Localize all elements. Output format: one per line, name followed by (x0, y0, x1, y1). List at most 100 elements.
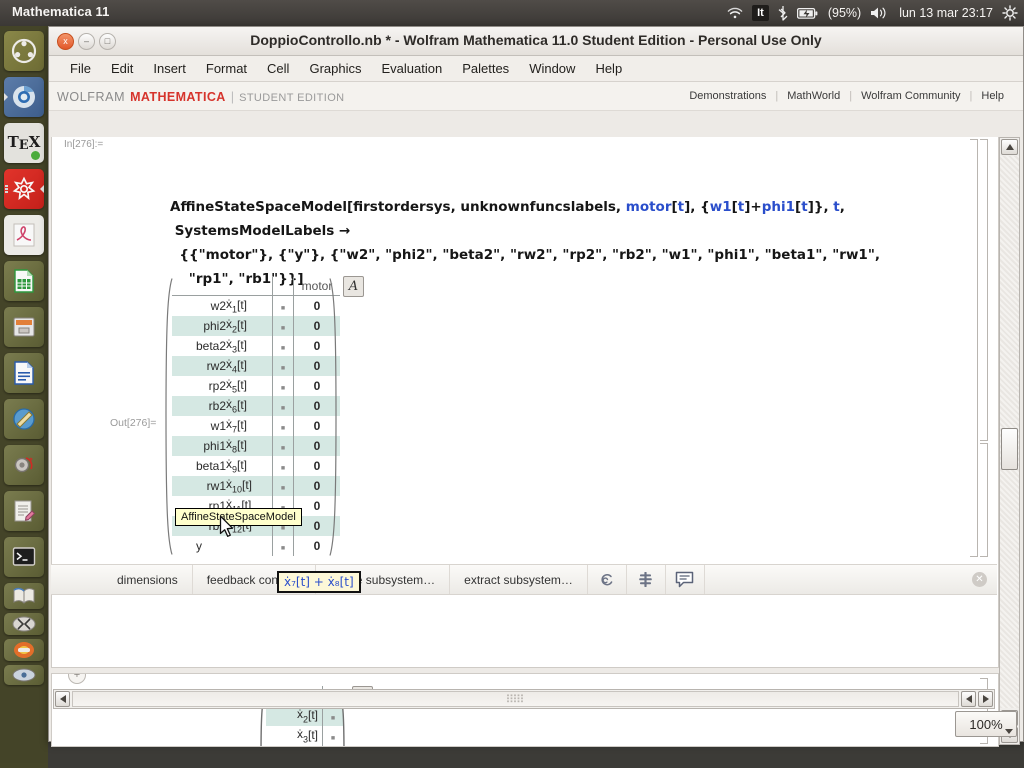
launcher-item-dictionary[interactable] (4, 583, 44, 609)
row-marker[interactable]: ■ (272, 536, 294, 556)
link-demonstrations[interactable]: Demonstrations (680, 90, 775, 102)
menu-palettes[interactable]: Palettes (453, 58, 518, 79)
table-row[interactable]: w2 ẋ1[t] ■ 0 (172, 295, 340, 316)
launcher-item-xchat[interactable] (4, 613, 44, 635)
row-marker-glyph: ■ (280, 405, 286, 412)
menu-window[interactable]: Window (520, 58, 584, 79)
launcher-item-tex-editor[interactable]: TEX (4, 123, 44, 163)
row-marker-glyph: ■ (280, 425, 286, 432)
row-marker[interactable]: ■ (272, 416, 294, 436)
launcher-item-libreoffice-draw[interactable] (4, 399, 44, 439)
table-row[interactable]: ẋ4[t] ■ (266, 746, 343, 747)
toolbar-button-dimensions[interactable]: dimensions (103, 565, 193, 594)
comment-icon[interactable] (666, 565, 705, 594)
battery-icon[interactable] (796, 0, 819, 26)
link-help[interactable]: Help (972, 90, 1013, 102)
row-variable: ẋ3[t] (296, 726, 318, 745)
launcher-item-firefox[interactable] (4, 639, 44, 661)
menu-file[interactable]: File (61, 58, 100, 79)
launcher-item-chromium-browser[interactable] (4, 77, 44, 117)
menu-insert[interactable]: Insert (144, 58, 195, 79)
table-row[interactable]: phi2 ẋ2[t] ■ 0 (172, 316, 340, 336)
scroll-left-button[interactable] (55, 691, 70, 707)
link-wolfram-community[interactable]: Wolfram Community (852, 90, 969, 102)
vertical-scrollbar-thumb[interactable] (1001, 428, 1018, 470)
unity-top-panel: Mathematica 11 It (95%) lun 13 mar 23:17 (0, 0, 1024, 26)
brand-logo: WOLFRAM MATHEMATICA | STUDENT EDITION (57, 89, 345, 104)
row-marker[interactable]: ■ (272, 436, 294, 456)
horizontal-scrollbar-track[interactable]: ▪▪▪▪▪ ▪▪▪▪▪ ▪▪▪▪▪ (72, 691, 959, 707)
launcher-item-mathematica[interactable] (4, 169, 44, 209)
table-row[interactable]: beta2 ẋ3[t] ■ 0 (172, 336, 340, 356)
scroll-up-button[interactable] (1001, 139, 1018, 155)
launcher-item-pdf-viewer[interactable] (4, 215, 44, 255)
row-marker-glyph: ■ (280, 445, 286, 452)
table-row[interactable]: rp2 ẋ5[t] ■ 0 (172, 376, 340, 396)
session-menu-icon[interactable] (1002, 0, 1018, 26)
menu-cell[interactable]: Cell (258, 58, 298, 79)
menu-evaluation[interactable]: Evaluation (372, 58, 451, 79)
link-mathworld[interactable]: MathWorld (778, 90, 849, 102)
row-variable-index: 3 (302, 734, 308, 745)
row-variable-index: 2 (232, 324, 238, 335)
keyboard-layout-indicator[interactable]: It (752, 0, 769, 26)
launcher-item-workspace-switcher[interactable] (4, 665, 44, 685)
row-marker[interactable]: ■ (272, 476, 294, 496)
row-marker[interactable]: ■ (272, 295, 294, 316)
menu-format[interactable]: Format (197, 58, 256, 79)
menu-help[interactable]: Help (586, 58, 631, 79)
notebook-pane-secondary[interactable]: + ẋ1[t] ■ ẋ2[t] (51, 673, 999, 747)
window-titlebar[interactable]: x – □ DoppioControllo.nb * - Wolfram Mat… (49, 27, 1023, 56)
scroll-right-button-2[interactable] (978, 691, 993, 707)
table-row[interactable]: rb2 ẋ6[t] ■ 0 (172, 396, 340, 416)
row-variable: ẋ4[t] (226, 356, 248, 375)
table-row[interactable]: rw2 ẋ4[t] ■ 0 (172, 356, 340, 376)
table-row[interactable]: rw1 ẋ10[t] ■ 0 (172, 476, 340, 496)
launcher-item-system-settings[interactable] (4, 445, 44, 485)
menu-graphics[interactable]: Graphics (300, 58, 370, 79)
launcher-item-text-editor[interactable] (4, 491, 44, 531)
row-marker[interactable]: ■ (323, 746, 344, 747)
clock-label[interactable]: lun 13 mar 23:17 (899, 0, 993, 26)
gear-icon[interactable] (627, 565, 666, 594)
volume-icon[interactable] (870, 0, 890, 26)
launcher-item-libreoffice-calc[interactable] (4, 261, 44, 301)
table-row[interactable]: ẋ3[t] ■ (266, 726, 343, 746)
model-toolbar: dimensions feedback connect delete subsy… (51, 564, 997, 595)
row-marker[interactable]: ■ (272, 456, 294, 476)
refresh-spiral-icon[interactable] (588, 565, 627, 594)
wifi-icon[interactable] (727, 0, 743, 26)
launcher-item-ubuntu-dash[interactable] (4, 31, 44, 71)
launcher-item-terminal[interactable] (4, 537, 44, 577)
toolbar-button-extract-subsystem[interactable]: extract subsystem… (450, 565, 588, 594)
table-row[interactable]: y ■ 0 (172, 536, 340, 556)
unity-launcher: TEX (0, 26, 48, 768)
table-row[interactable]: phi1 ẋ8[t] ■ 0 (172, 436, 340, 456)
row-marker[interactable]: ■ (272, 356, 294, 376)
bluetooth-icon[interactable] (778, 0, 788, 26)
vertical-scrollbar[interactable] (999, 137, 1020, 745)
menu-edit[interactable]: Edit (102, 58, 142, 79)
horizontal-scrollbar[interactable]: ▪▪▪▪▪ ▪▪▪▪▪ ▪▪▪▪▪ (53, 689, 995, 709)
row-marker[interactable]: ■ (272, 316, 294, 336)
keyboard-layout-label: It (752, 5, 769, 21)
launcher-item-file-manager[interactable] (4, 307, 44, 347)
row-label: w2 (210, 299, 226, 313)
affine-model-badge[interactable]: A (343, 276, 364, 297)
zoom-level-selector[interactable]: 100% (955, 711, 1017, 737)
row-marker[interactable]: ■ (272, 336, 294, 356)
row-marker[interactable]: ■ (272, 396, 294, 416)
output-cell-bracket[interactable] (980, 443, 988, 557)
table-row[interactable]: beta1 ẋ9[t] ■ 0 (172, 456, 340, 476)
close-toolbar-icon[interactable]: ✕ (972, 572, 987, 587)
row-variable: ẋ3[t] (226, 336, 248, 355)
row-marker[interactable]: ■ (272, 376, 294, 396)
launcher-item-libreoffice-writer[interactable] (4, 353, 44, 393)
row-variable-index: 2 (302, 714, 308, 725)
table-row[interactable]: ẋ2[t] ■ (266, 706, 343, 726)
cell-group-bracket[interactable] (970, 139, 978, 557)
scroll-right-button-1[interactable] (961, 691, 976, 707)
input-cell-bracket[interactable] (980, 139, 988, 441)
table-row[interactable]: w1 ẋ7[t] ■ 0 (172, 416, 340, 436)
insert-cell-button[interactable]: + (68, 674, 86, 684)
